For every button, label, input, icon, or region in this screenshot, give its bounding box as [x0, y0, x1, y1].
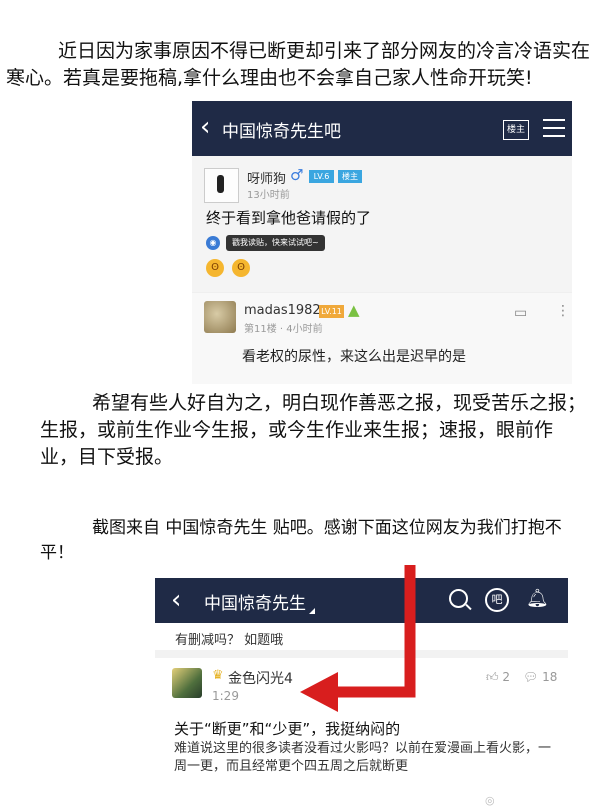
- red-pointer-arrow: [300, 565, 416, 712]
- watermark: ◎: [485, 794, 495, 807]
